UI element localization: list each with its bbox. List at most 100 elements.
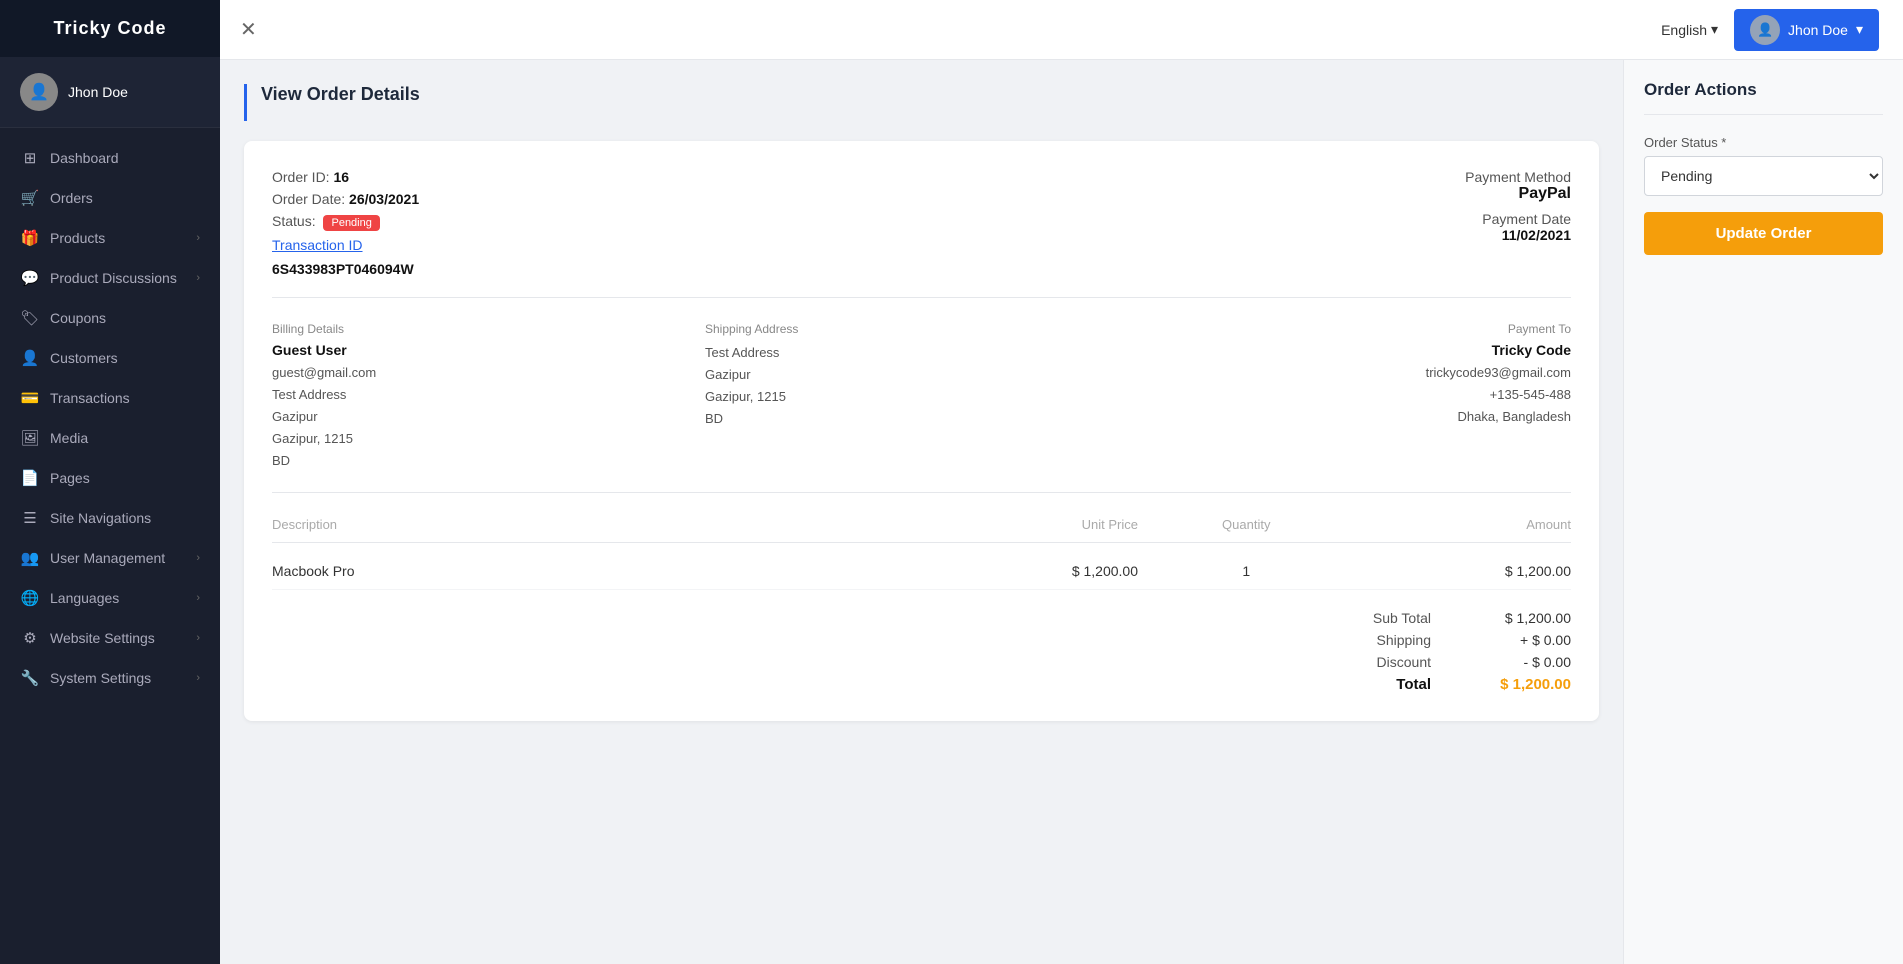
product-discussions-icon: 💬	[20, 269, 40, 287]
sidebar-item-left: 💬 Product Discussions	[20, 269, 177, 287]
topbar-user-chevron-icon: ▾	[1856, 21, 1863, 38]
payment-to-phone: +135-545-488	[1138, 384, 1571, 406]
chevron-right-icon: ›	[196, 272, 200, 284]
payment-to-address: Dhaka, Bangladesh	[1138, 406, 1571, 428]
language-chevron-icon: ▾	[1711, 21, 1718, 38]
order-id-row: Order ID: 16	[272, 169, 419, 185]
order-id-label: Order ID:	[272, 169, 330, 185]
sidebar-item-left: 🏷 Coupons	[20, 309, 106, 327]
products-icon: 🎁	[20, 229, 40, 247]
chevron-right-icon: ›	[196, 592, 200, 604]
sidebar-item-left: 👥 User Management	[20, 549, 165, 567]
sidebar-user: 👤 Jhon Doe	[0, 57, 220, 128]
col-description-header: Description	[272, 517, 922, 532]
languages-icon: 🌐	[20, 589, 40, 607]
total-row: Total $ 1,200.00	[1351, 676, 1571, 693]
sidebar-item-left: ⊞ Dashboard	[20, 149, 119, 167]
payment-method-label: Payment Method	[1465, 169, 1571, 185]
sidebar-item-dashboard[interactable]: ⊞ Dashboard	[0, 138, 220, 178]
sidebar-item-pages[interactable]: 📄 Pages	[0, 458, 220, 498]
shipping-zip: Gazipur, 1215	[705, 386, 1138, 408]
item-description: Macbook Pro	[272, 563, 922, 579]
sidebar-item-left: 🔧 System Settings	[20, 669, 151, 687]
sidebar-item-media[interactable]: 🖼 Media	[0, 418, 220, 458]
sidebar-item-label: Website Settings	[50, 630, 155, 646]
subtotal-value: $ 1,200.00	[1471, 610, 1571, 626]
transaction-id-row: Transaction ID	[272, 237, 419, 253]
sidebar-item-languages[interactable]: 🌐 Languages ›	[0, 578, 220, 618]
sidebar-item-label: Products	[50, 230, 105, 246]
order-status-row: Status: Pending	[272, 213, 419, 231]
order-info-right: Payment Method PayPal Payment Date 11/02…	[1465, 169, 1571, 277]
main-area: ✕ English ▾ 👤 Jhon Doe ▾ View Order Deta…	[220, 0, 1903, 964]
billing-city: Gazipur	[272, 406, 705, 428]
language-label: English	[1661, 22, 1707, 38]
addresses-section: Billing Details Guest User guest@gmail.c…	[272, 322, 1571, 493]
order-info-top: Order ID: 16 Order Date: 26/03/2021 Stat…	[272, 169, 1571, 298]
system-settings-icon: 🔧	[20, 669, 40, 687]
sidebar-item-coupons[interactable]: 🏷 Coupons	[0, 298, 220, 338]
billing-section-label: Billing Details	[272, 322, 705, 336]
transactions-icon: 💳	[20, 389, 40, 407]
sidebar-item-orders[interactable]: 🛒 Orders	[0, 178, 220, 218]
media-icon: 🖼	[20, 429, 40, 447]
payment-to-company: Tricky Code	[1138, 342, 1571, 358]
topbar-user-name: Jhon Doe	[1788, 22, 1848, 38]
status-badge: Pending	[323, 215, 379, 231]
order-date-label: Order Date:	[272, 191, 345, 207]
shipping-cost-label: Shipping	[1351, 632, 1431, 648]
order-status-select[interactable]: PendingProcessingCompletedCancelledRefun…	[1644, 156, 1883, 196]
user-management-icon: 👥	[20, 549, 40, 567]
transaction-id-link[interactable]: Transaction ID	[272, 237, 363, 253]
close-icon[interactable]: ✕	[240, 17, 257, 42]
order-info-left: Order ID: 16 Order Date: 26/03/2021 Stat…	[272, 169, 419, 277]
sidebar-item-label: Pages	[50, 470, 90, 486]
subtotal-label: Sub Total	[1351, 610, 1431, 626]
sidebar-item-user-management[interactable]: 👥 User Management ›	[0, 538, 220, 578]
sidebar-item-customers[interactable]: 👤 Customers	[0, 338, 220, 378]
dashboard-icon: ⊞	[20, 149, 40, 167]
update-order-button[interactable]: Update Order	[1644, 212, 1883, 255]
sidebar-item-product-discussions[interactable]: 💬 Product Discussions ›	[0, 258, 220, 298]
payment-method-value: PayPal	[1465, 185, 1571, 203]
sidebar-item-products[interactable]: 🎁 Products ›	[0, 218, 220, 258]
chevron-right-icon: ›	[196, 672, 200, 684]
sidebar-item-site-navigations[interactable]: ☰ Site Navigations	[0, 498, 220, 538]
sidebar-item-label: Media	[50, 430, 88, 446]
discount-label: Discount	[1351, 654, 1431, 670]
sidebar-nav: ⊞ Dashboard 🛒 Orders 🎁 Products › 💬 Prod…	[0, 128, 220, 708]
order-date-row: Order Date: 26/03/2021	[272, 191, 419, 207]
content-area: View Order Details Order ID: 16 Order Da…	[220, 60, 1903, 964]
page-title: View Order Details	[244, 84, 1599, 121]
sidebar-item-label: Customers	[50, 350, 118, 366]
chevron-right-icon: ›	[196, 552, 200, 564]
col-unit-price-header: Unit Price	[922, 517, 1139, 532]
subtotal-row: Sub Total $ 1,200.00	[1351, 610, 1571, 626]
total-value: $ 1,200.00	[1471, 676, 1571, 693]
shipping-cost-value: + $ 0.00	[1471, 632, 1571, 648]
items-table: Description Unit Price Quantity Amount M…	[272, 517, 1571, 590]
language-selector[interactable]: English ▾	[1661, 21, 1718, 38]
brand-name: Tricky Code	[0, 0, 220, 57]
sidebar-item-label: Transactions	[50, 390, 130, 406]
orders-icon: 🛒	[20, 189, 40, 207]
topbar-user-button[interactable]: 👤 Jhon Doe ▾	[1734, 9, 1879, 51]
sidebar-item-label: Dashboard	[50, 150, 119, 166]
item-quantity: 1	[1138, 563, 1355, 579]
shipping-address1: Test Address	[705, 342, 1138, 364]
sidebar-item-transactions[interactable]: 💳 Transactions	[0, 378, 220, 418]
billing-email: guest@gmail.com	[272, 362, 705, 384]
payment-date-label: Payment Date	[1465, 211, 1571, 227]
sidebar-user-avatar: 👤	[20, 73, 58, 111]
sidebar-item-label: Coupons	[50, 310, 106, 326]
sidebar-item-label: Site Navigations	[50, 510, 151, 526]
payment-date-value: 11/02/2021	[1465, 227, 1571, 243]
billing-zip: Gazipur, 1215	[272, 428, 705, 450]
billing-address1: Test Address	[272, 384, 705, 406]
order-status-label-text: Status:	[272, 213, 316, 229]
order-date-value: 26/03/2021	[349, 191, 419, 207]
sidebar-item-system-settings[interactable]: 🔧 System Settings ›	[0, 658, 220, 698]
sidebar-item-website-settings[interactable]: ⚙ Website Settings ›	[0, 618, 220, 658]
sidebar-item-left: 📄 Pages	[20, 469, 90, 487]
sidebar-item-left: 🎁 Products	[20, 229, 105, 247]
